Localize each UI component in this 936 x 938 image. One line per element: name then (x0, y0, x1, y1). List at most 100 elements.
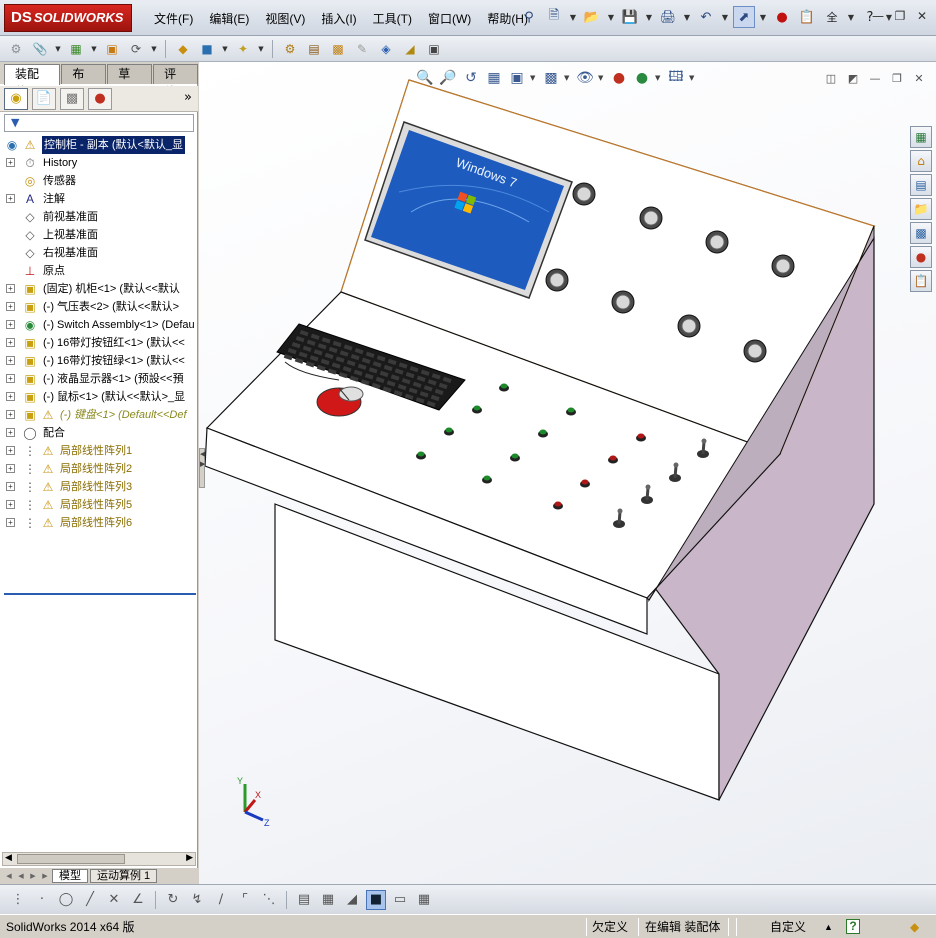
expand-icon[interactable]: + (6, 158, 15, 167)
expand-icon[interactable]: + (6, 482, 15, 491)
scroll-thumb[interactable] (17, 854, 125, 864)
menu-tools[interactable]: 工具(T) (365, 10, 420, 28)
mate-dropdown-icon[interactable]: ▼ (54, 45, 62, 53)
point-icon[interactable]: · (32, 890, 52, 910)
tab-model[interactable]: 模型 (52, 869, 88, 883)
expand-icon[interactable]: + (6, 410, 15, 419)
circle-icon[interactable]: ◯ (56, 890, 76, 910)
pin-icon[interactable]: ⚲ (518, 6, 540, 28)
tree-item[interactable]: + A 注解 (0, 190, 197, 208)
appearances-scenes-icon[interactable]: ● (910, 246, 932, 268)
new-document-icon[interactable]: 🗎 (543, 6, 565, 28)
split-horizontal-icon[interactable]: ◫ (824, 72, 838, 85)
units-dropdown-icon[interactable]: ▲ (824, 919, 833, 935)
tree-item[interactable]: ⊥ 原点 (0, 262, 197, 280)
show-hidden-components-icon[interactable]: ◆ (173, 39, 193, 59)
tree-item[interactable]: + ▣ ⚠ (-) 键盘<1> (Default<<Def (0, 406, 197, 424)
tree-item[interactable]: + ◉ (-) Switch Assembly<1> (Defau (0, 316, 197, 334)
reference-dropdown-icon[interactable]: ▼ (257, 45, 265, 53)
graphics-area[interactable]: Windows 7 🔍 🔎 ↺ ▦ ▣ ▼ ▩ ▼ 👁 ▼ ● ● ▼ 🖽 ▼ … (199, 62, 936, 884)
expand-icon[interactable]: + (6, 320, 15, 329)
configuration-manager-icon[interactable]: ▩ (60, 87, 84, 110)
menu-window[interactable]: 窗口(W) (420, 10, 479, 28)
rollback-bar[interactable] (4, 593, 196, 595)
save-icon[interactable]: 💾 (619, 6, 641, 28)
display-style-icon[interactable]: ▩ (541, 68, 561, 88)
close-icon[interactable]: ✕ (914, 8, 930, 24)
menu-edit[interactable]: 编辑(E) (201, 10, 257, 28)
solidworks-logo[interactable]: DS SOLIDWORKS (4, 4, 132, 32)
tree-item[interactable]: + ⋮ ⚠ 局部线性阵列2 (0, 460, 197, 478)
open-dropdown-icon[interactable]: ▼ (606, 6, 616, 28)
undo-dropdown-icon[interactable]: ▼ (720, 6, 730, 28)
hide-show-items-icon[interactable]: 👁 (575, 68, 595, 88)
mate-icon[interactable]: 📎 (30, 39, 50, 59)
smart-fasteners-icon[interactable]: ▣ (102, 39, 122, 59)
new-dropdown-icon[interactable]: ▼ (568, 6, 578, 28)
tree-item[interactable]: + ▣ (-) 16带灯按钮红<1> (默认<< (0, 334, 197, 352)
tree-item[interactable]: + ⋮ ⚠ 局部线性阵列3 (0, 478, 197, 496)
print-dropdown-icon[interactable]: ▼ (682, 6, 692, 28)
tree-item[interactable]: + ▣ (-) 鼠标<1> (默认<<默认>_显 (0, 388, 197, 406)
tab-motion-study[interactable]: 运动算例 1 (90, 869, 158, 883)
search-dropdown-icon[interactable]: ▼ (846, 6, 856, 28)
menu-view[interactable]: 视图(V) (257, 10, 313, 28)
trim-icon[interactable]: ✕ (104, 890, 124, 910)
scroll-right-icon[interactable]: ▶ (186, 853, 193, 863)
bill-of-materials-icon[interactable]: ▤ (304, 39, 324, 59)
tree-item[interactable]: + ▣ (固定) 机柜<1> (默认<<默认 (0, 280, 197, 298)
explode-line-sketch-icon[interactable]: ✎ (352, 39, 372, 59)
tree-root-assembly[interactable]: ◉ ⚠ 控制柜 - 副本 (默认<默认_显 (0, 136, 197, 154)
rebuild-traffic-light-icon[interactable]: ● (771, 6, 793, 28)
viewport-minimize-icon[interactable]: — (868, 72, 882, 85)
hidden-lines-icon[interactable]: ▭ (390, 890, 410, 910)
feature-tree-icon[interactable]: ◉ (4, 87, 28, 110)
view-orientation-icon[interactable]: ▣ (507, 68, 527, 88)
view-settings-dropdown-icon[interactable]: ▼ (689, 74, 697, 82)
line-icon[interactable]: ╱ (80, 890, 100, 910)
tree-item[interactable]: ◇ 前视基准面 (0, 208, 197, 226)
perspective-icon[interactable]: ◢ (342, 890, 362, 910)
save-dropdown-icon[interactable]: ▼ (644, 6, 654, 28)
scene-dropdown-icon[interactable]: ▼ (655, 74, 663, 82)
move-component-icon[interactable]: ⟳ (126, 39, 146, 59)
print-icon[interactable]: 🖨 (657, 6, 679, 28)
expand-icon[interactable]: + (6, 446, 15, 455)
menu-file[interactable]: 文件(F) (146, 10, 201, 28)
insert-components-icon[interactable]: ⚙ (6, 39, 26, 59)
design-library-icon[interactable]: ▤ (910, 174, 932, 196)
expand-icon[interactable]: + (6, 518, 15, 527)
status-help-icon[interactable]: ? (846, 919, 860, 934)
search-commands-label[interactable]: 全 (821, 6, 843, 28)
view-settings-icon[interactable]: 🖽 (666, 68, 686, 88)
assembly-features-icon[interactable]: ■ (197, 39, 217, 59)
options-icon[interactable]: 📋 (796, 6, 818, 28)
tree-item[interactable]: + ◯ 配合 (0, 424, 197, 442)
next-tab-icon[interactable]: ▶ (28, 870, 38, 882)
assembly-model[interactable]: Windows 7 (199, 62, 936, 884)
open-folder-icon[interactable]: 📂 (581, 6, 603, 28)
menu-insert[interactable]: 插入(I) (313, 10, 364, 28)
interference-detection-icon[interactable]: ◈ (376, 39, 396, 59)
tree-item[interactable]: + ⋮ ⚠ 局部线性阵列1 (0, 442, 197, 460)
pattern-dropdown-icon[interactable]: ▼ (90, 45, 98, 53)
panel-collapse-handle[interactable]: ◀ ▶ (199, 448, 205, 488)
restore-icon[interactable]: ❐ (892, 8, 908, 24)
relation-icon[interactable]: ↯ (187, 890, 207, 910)
expand-icon[interactable]: + (6, 500, 15, 509)
appearance-manager-icon[interactable]: ● (88, 87, 112, 110)
tree-item[interactable]: + ▣ (-) 16带灯按钮绿<1> (默认<< (0, 352, 197, 370)
smart-dimension-icon[interactable]: ∕ (211, 890, 231, 910)
expand-icon[interactable]: + (6, 464, 15, 473)
property-manager-icon[interactable]: 📄 (32, 87, 56, 110)
undo-icon[interactable]: ↶ (695, 6, 717, 28)
tree-item[interactable]: + ⋮ ⚠ 局部线性阵列5 (0, 496, 197, 514)
tree-item[interactable]: ◎ 传感器 (0, 172, 197, 190)
reference-geometry-icon[interactable]: ✦ (233, 39, 253, 59)
expand-icon[interactable]: + (6, 338, 15, 347)
tree-item[interactable]: + ▣ (-) 气压表<2> (默认<<默认> (0, 298, 197, 316)
tree-horizontal-scrollbar[interactable]: ◀ ▶ (2, 852, 196, 866)
corner-icon[interactable]: ⌜ (235, 890, 255, 910)
tab-assembly[interactable]: 装配体 (4, 64, 61, 99)
tree-filter-input[interactable]: ▼ (4, 114, 194, 132)
